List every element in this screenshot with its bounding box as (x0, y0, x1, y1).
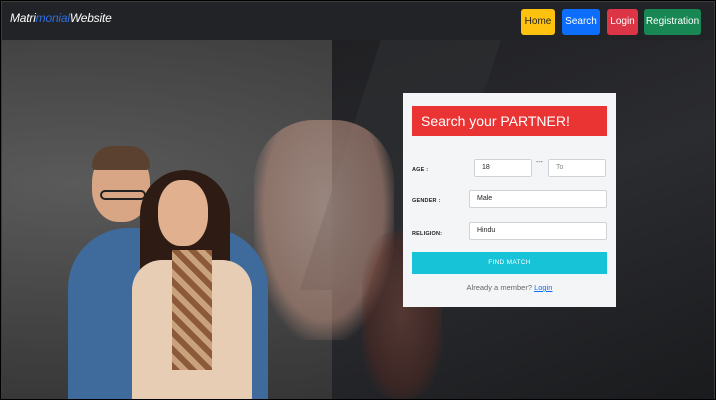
navbar: MatrimonialWebsite Home Search Login Reg… (2, 2, 714, 40)
brand-part-1: Matri (10, 11, 36, 25)
page-frame: MatrimonialWebsite Home Search Login Reg… (0, 0, 716, 400)
age-separator: --- (536, 159, 543, 166)
search-partner-card: Search your PARTNER! AGE : 18 --- To GEN… (403, 93, 616, 307)
brand-logo[interactable]: MatrimonialWebsite (10, 11, 112, 25)
couple-photo (62, 146, 272, 399)
already-member-label: Already a member? (466, 283, 532, 292)
search-button[interactable]: Search (562, 9, 600, 35)
search-card-title: Search your PARTNER! (412, 106, 607, 136)
find-match-button[interactable]: FIND MATCH (412, 252, 607, 274)
age-to-input[interactable]: To (548, 159, 606, 177)
age-label: AGE : (412, 167, 429, 173)
login-link[interactable]: Login (534, 283, 552, 292)
religion-select[interactable]: Hindu (469, 222, 607, 240)
login-button[interactable]: Login (607, 9, 638, 35)
brand-part-2: monial (35, 11, 70, 25)
religion-label: RELIGION: (412, 231, 443, 237)
home-button[interactable]: Home (521, 9, 555, 35)
brand-part-3: Website (69, 11, 112, 25)
already-member-text: Already a member? Login (403, 283, 616, 292)
age-from-input[interactable]: 18 (474, 159, 532, 177)
gender-select[interactable]: Male (469, 190, 607, 208)
registration-button[interactable]: Registration (644, 9, 701, 35)
gender-label: GENDER : (412, 198, 441, 204)
